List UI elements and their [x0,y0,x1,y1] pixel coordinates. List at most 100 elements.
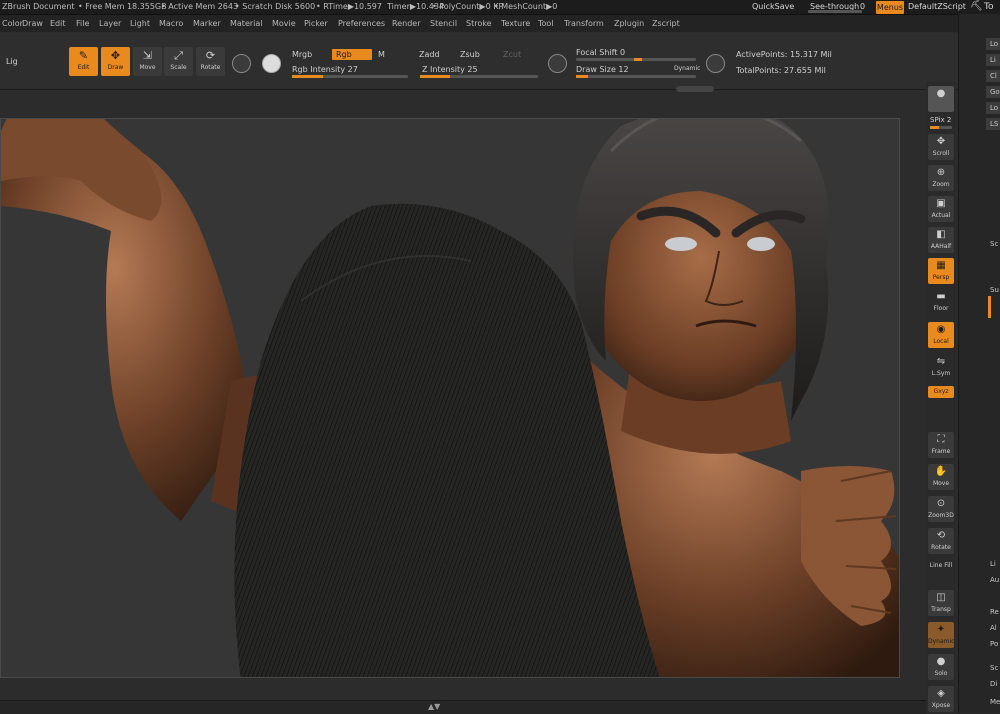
mrgb-button[interactable]: Mrgb [292,50,312,59]
lsym-button[interactable]: ⇋ L.Sym [928,354,954,380]
gxyz-button[interactable]: Gxyz [928,386,954,398]
z-intensity-slider[interactable]: Z Intensity 25 [422,65,478,74]
subtool-tab[interactable]: Su [990,286,999,294]
menu-item[interactable]: Movie [272,15,296,32]
bpr-sphere-icon[interactable]: ● [928,86,954,112]
material-sphere-icon[interactable] [232,54,251,73]
menu-item[interactable]: Zscript [652,15,680,32]
rotate-view-icon: ⟲ [936,530,946,541]
palette-item[interactable]: Li [990,560,996,568]
default-zscript-button[interactable]: DefaultZScript [908,0,966,14]
menu-item[interactable]: Light [130,15,150,32]
spix-track[interactable] [930,126,952,129]
scroll-button[interactable]: ✥ Scroll [928,134,954,160]
draw-size-icon [706,54,725,73]
spix-slider[interactable]: SPix 2 [930,116,951,124]
menu-item[interactable]: Draw [22,15,43,32]
rotate-view-button[interactable]: ⟲ Rotate [928,528,954,554]
draw-size-slider[interactable]: Draw Size 12 [576,65,629,74]
scale-icon: ⤢ [174,49,183,62]
edit-button[interactable]: ✎ Edit [69,47,98,76]
menu-item[interactable]: Material [230,15,263,32]
move-view-button[interactable]: ✋ Move [928,464,954,490]
move-button[interactable]: ⇲ Move [133,47,162,76]
menu-item[interactable]: Macro [159,15,183,32]
rgb-button[interactable]: Rgb [332,49,372,60]
menu-item[interactable]: Render [392,15,420,32]
menu-item[interactable]: Marker [193,15,221,32]
palette-item[interactable]: Di [990,680,997,688]
zoom3d-icon: ⊙ [936,498,946,509]
draw-size-track[interactable] [576,75,696,78]
move-view-icon: ✋ [934,466,948,477]
m-button[interactable]: M [378,50,385,59]
palette-item[interactable]: Al [990,624,997,632]
menu-item[interactable]: Layer [99,15,121,32]
persp-button[interactable]: ▦ Persp [928,258,954,284]
tool-menu-tab[interactable]: To [984,0,993,14]
palette-item[interactable]: Li [990,56,996,64]
zsub-button[interactable]: Zsub [460,50,480,59]
active-points: ActivePoints: 15.317 Mil [736,50,832,59]
rtime: • RTime▶10.597 [316,2,382,11]
expand-arrows-icon[interactable]: ▲▼ [428,702,440,711]
palette-item[interactable]: LS [990,120,998,128]
focal-shift-track[interactable] [576,58,696,61]
menu-item[interactable]: Stroke [466,15,492,32]
palette-item[interactable]: Po [990,640,998,648]
palette-item[interactable]: Go [990,88,1000,96]
menus-button[interactable]: Menus [876,1,904,14]
transp-button[interactable]: ◫ Transp [928,590,954,616]
rotate-icon: ⟳ [205,49,216,62]
palette-item[interactable]: Me [990,698,1000,706]
menu-item[interactable]: Stencil [430,15,457,32]
zcut-button[interactable]: Zcut [503,50,521,59]
zoom-button[interactable]: ⊕ Zoom [928,165,954,191]
rgb-intensity-track[interactable] [292,75,408,78]
z-intensity-track[interactable] [420,75,538,78]
menu-item[interactable]: Picker [304,15,328,32]
dynamic-button[interactable]: ✦ Dynamic [928,622,954,648]
edit-icon: ✎ [78,49,89,62]
palette-item[interactable]: Au [990,576,999,584]
palette-item[interactable]: Sc [990,664,998,672]
palette-item[interactable]: Lo [990,40,998,48]
palette-item[interactable]: Re [990,608,999,616]
menu-item[interactable]: Transform [564,15,604,32]
frame-button[interactable]: ⛶ Frame [928,432,954,458]
menu-item[interactable]: Edit [50,15,66,32]
menu-item[interactable]: Color [2,15,23,32]
xpose-button[interactable]: ◈ Xpose [928,686,954,712]
floor-icon: ▬ [936,291,946,302]
transp-icon: ◫ [936,592,946,603]
zoom3d-button[interactable]: ⊙ Zoom3D [928,496,954,522]
canvas-top-handle[interactable] [676,86,714,92]
local-button[interactable]: ◉ Local [928,322,954,348]
lightbox-button[interactable]: Lig [6,57,18,66]
zadd-button[interactable]: Zadd [419,50,440,59]
quicksave-button[interactable]: QuickSave [752,0,794,14]
menu-item[interactable]: Texture [501,15,530,32]
palette-item[interactable]: Lo [990,104,998,112]
scale-button[interactable]: ⤢ Scale [164,47,193,76]
menu-item[interactable]: Tool [538,15,554,32]
solo-button[interactable]: ● Solo [928,654,954,680]
document-viewport[interactable] [0,118,900,678]
menu-item[interactable]: Zplugin [614,15,644,32]
line-fill-button[interactable]: Line Fill [928,560,954,574]
rotate-button[interactable]: ⟳ Rotate [196,47,225,76]
actual-button[interactable]: ▣ Actual [928,196,954,222]
dynamic-toggle[interactable]: Dynamic [674,65,700,72]
palette-item[interactable]: Sc [990,240,998,248]
menu-item[interactable]: File [76,15,89,32]
color-swatch-icon[interactable] [262,54,281,73]
free-mem: • Free Mem 18.355GB [78,2,167,11]
menu-item[interactable]: Preferences [338,15,385,32]
palette-item[interactable]: Cl [990,72,997,80]
floor-button[interactable]: ▬ Floor [928,289,954,315]
draw-button[interactable]: ✥ Draw [101,47,130,76]
rgb-intensity-slider[interactable]: Rgb Intensity 27 [292,65,358,74]
aahalf-button[interactable]: ◧ AAHalf [928,227,954,253]
see-through-track[interactable] [808,10,862,13]
focal-shift-slider[interactable]: Focal Shift 0 [576,48,625,57]
